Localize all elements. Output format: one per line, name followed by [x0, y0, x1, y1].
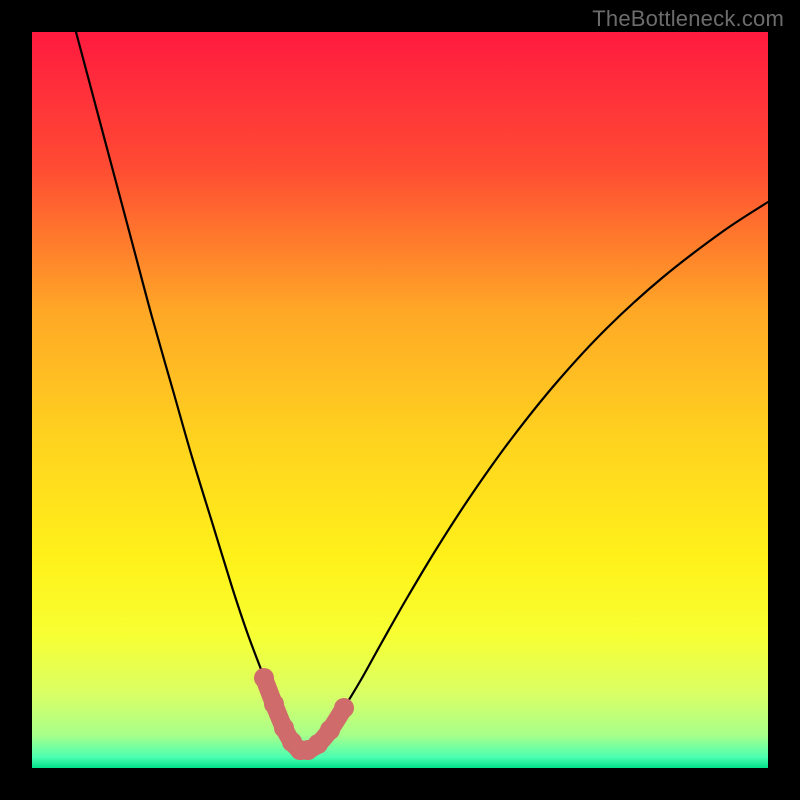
trough-marker: [320, 720, 340, 740]
chart-svg: [32, 32, 768, 768]
trough-marker: [264, 694, 284, 714]
trough-marker: [334, 698, 354, 718]
chart-frame: TheBottleneck.com: [0, 0, 800, 800]
gradient-background: [32, 32, 768, 768]
watermark-text: TheBottleneck.com: [592, 6, 784, 32]
trough-marker: [254, 668, 274, 688]
plot-area: [32, 32, 768, 768]
